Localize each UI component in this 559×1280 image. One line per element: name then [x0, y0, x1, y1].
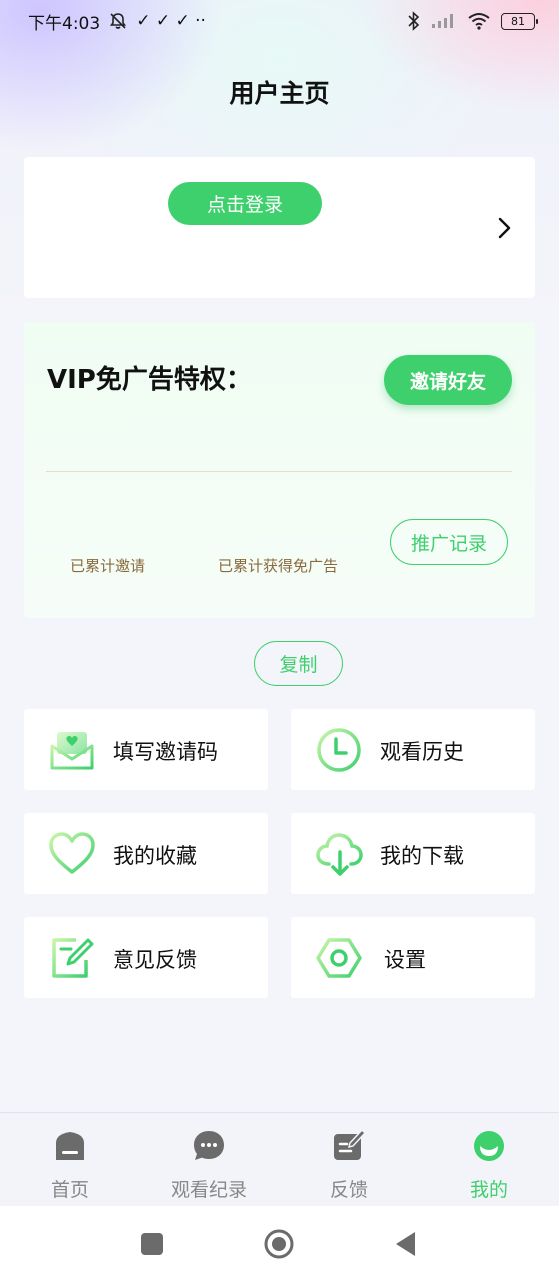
bottom-nav: 首页 观看纪录 反馈 我的: [0, 1112, 559, 1206]
edit-note-icon: [52, 938, 94, 978]
nav-item-mine[interactable]: 我的: [429, 1129, 549, 1202]
menu-item-label: 填写邀请码: [113, 740, 218, 764]
menu-item-invite-code[interactable]: 填写邀请码: [24, 709, 268, 790]
signal-icon: [432, 14, 453, 28]
heart-icon: [49, 832, 95, 874]
battery-indicator: 81: [501, 12, 538, 30]
menu-item-settings[interactable]: 设置: [291, 917, 535, 998]
wifi-icon: [468, 13, 490, 30]
copy-button[interactable]: 复制: [254, 641, 343, 686]
battery-level: 81: [511, 14, 525, 28]
cloud-download-icon: [316, 833, 363, 876]
menu-item-label: 我的下载: [380, 844, 464, 868]
nav-label: 反馈: [329, 1179, 368, 1201]
envelope-heart-icon: [50, 732, 94, 770]
recent-apps-icon[interactable]: [136, 1228, 168, 1260]
vip-divider: [46, 471, 512, 472]
status-extra-icons: ✓ ✓ ✓ ··: [136, 11, 206, 31]
menu-item-feedback[interactable]: 意见反馈: [24, 917, 268, 998]
vip-card: VIP免广告特权： 邀请好友 已累计邀请 已累计获得免广告 推广记录: [24, 322, 535, 618]
status-left: 下午4:03 ✓ ✓ ✓ ··: [28, 9, 206, 34]
bluetooth-icon: [408, 11, 420, 31]
chat-bubble-icon: [194, 1131, 224, 1160]
nav-label: 我的: [469, 1179, 508, 1201]
nav-item-home[interactable]: 首页: [10, 1129, 130, 1202]
nav-item-feedback[interactable]: 反馈: [289, 1129, 409, 1202]
nav-label: 首页: [50, 1179, 89, 1201]
nav-label: 观看纪录: [170, 1179, 247, 1201]
menu-item-label: 设置: [384, 948, 426, 972]
back-icon[interactable]: [390, 1228, 422, 1260]
feedback-icon: [334, 1129, 366, 1160]
menu-item-watch-history[interactable]: 观看历史: [291, 709, 535, 790]
nav-item-watch-records[interactable]: 观看纪录: [149, 1129, 269, 1202]
home-icon: [56, 1132, 84, 1160]
vip-title: VIP免广告特权：: [47, 365, 252, 395]
invite-friends-button[interactable]: 邀请好友: [384, 355, 512, 405]
promotion-records-button[interactable]: 推广记录: [390, 519, 508, 565]
menu-item-label: 意见反馈: [113, 948, 197, 972]
menu-item-label: 观看历史: [380, 740, 464, 764]
chevron-right-icon[interactable]: [495, 215, 515, 241]
ad-free-earned-label: 已累计获得免广告: [218, 557, 339, 575]
page-title: 用户主页: [229, 79, 330, 108]
menu-item-label: 我的收藏: [113, 844, 197, 868]
invited-count-label: 已累计邀请: [70, 557, 146, 575]
mute-bell-icon: [110, 13, 127, 29]
profile-icon: [474, 1131, 504, 1161]
system-nav-bar: [0, 1206, 559, 1280]
menu-item-downloads[interactable]: 我的下载: [291, 813, 535, 894]
clock-icon: [317, 728, 361, 772]
menu-item-favorites[interactable]: 我的收藏: [24, 813, 268, 894]
login-card[interactable]: 点击登录: [24, 157, 535, 298]
login-button[interactable]: 点击登录: [168, 182, 322, 225]
status-bar: 下午4:03 ✓ ✓ ✓ ·· 81: [0, 0, 559, 42]
hexagon-settings-icon: [316, 938, 362, 978]
status-time: 下午4:03: [28, 13, 101, 34]
status-right: 81: [407, 11, 538, 31]
home-button-icon[interactable]: [263, 1228, 295, 1260]
